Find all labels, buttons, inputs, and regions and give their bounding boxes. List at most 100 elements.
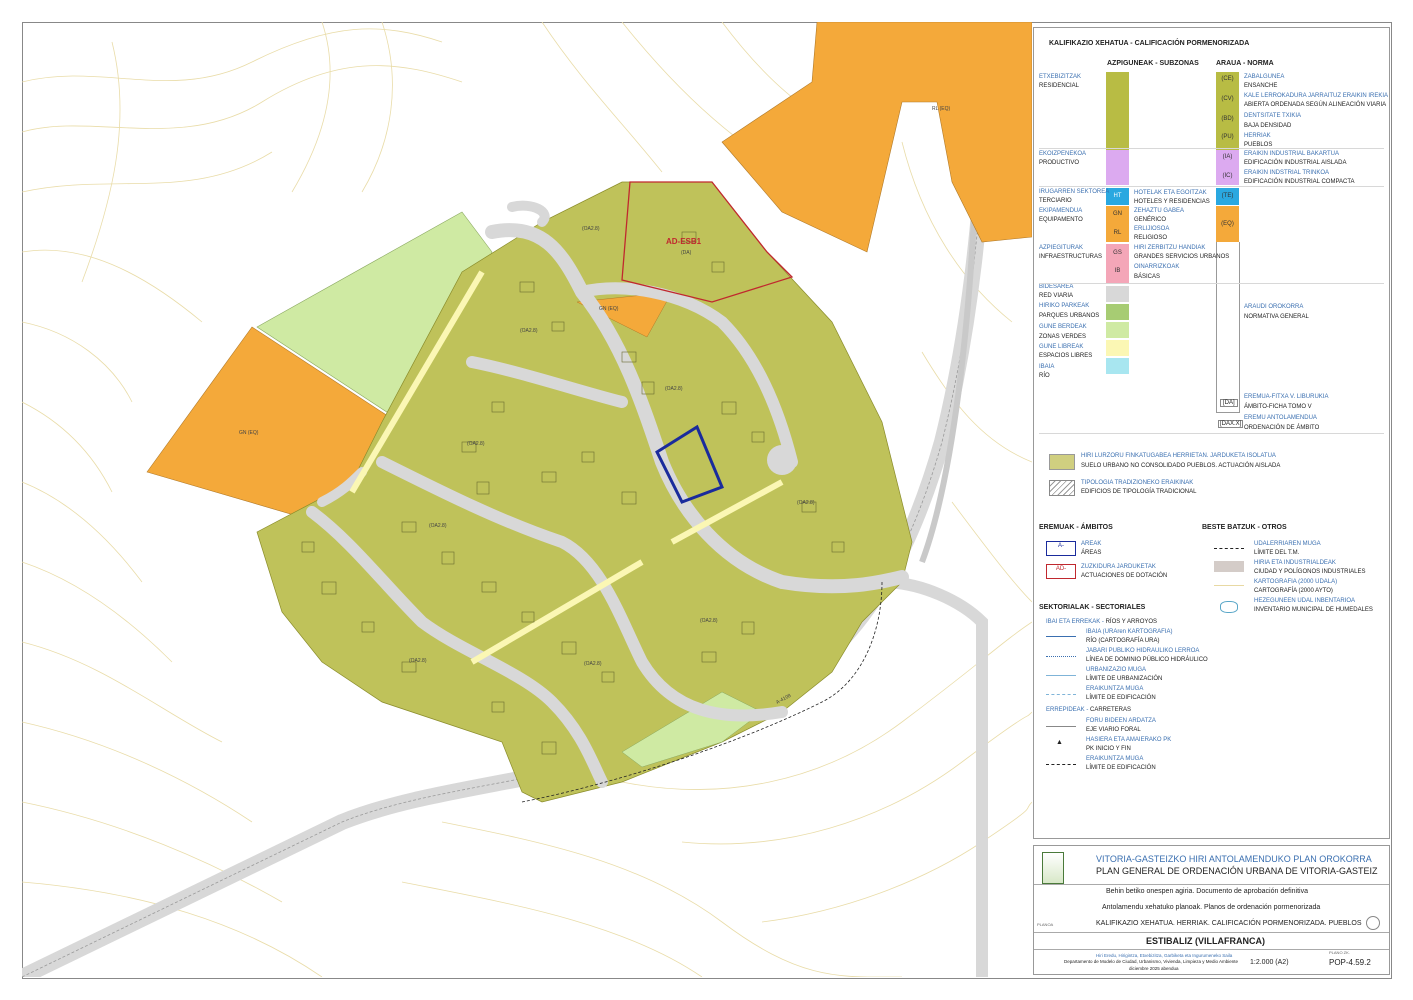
religious-es: RELIGIOSO <box>1134 235 1168 241</box>
urb-line-swatch <box>1046 675 1076 676</box>
build-line-swatch <box>1046 694 1076 695</box>
norm-header: ARAUA - NORMA <box>1216 60 1274 67</box>
legend-panel: KALIFIKAZIO XEHATUA - CALIFICACIÓN PORME… <box>1033 27 1390 839</box>
unconsolidated-es: SUELO URBANO NO CONSOLIDADO PUEBLOS. ACT… <box>1081 463 1281 469</box>
river-swatch <box>1106 358 1129 374</box>
traditional-swatch <box>1049 480 1075 496</box>
religious-eu: ERLIJIOSOA <box>1134 226 1170 232</box>
divider <box>1039 148 1384 149</box>
traditional-es: EDIFICIOS DE TIPOLOGÍA TRADICIONAL <box>1081 489 1197 495</box>
river-eu: IBAIA <box>1039 364 1055 370</box>
ia-eu: ERAIKIN INDUSTRIAL BAKARTUA <box>1244 151 1340 157</box>
zone-label: (OA2.8) <box>700 618 718 624</box>
sectoral-header: SEKTORIALAK - SECTORIALES <box>1039 604 1146 611</box>
equipment-top-right <box>721 22 1032 253</box>
zone-label: (OA2.8) <box>797 500 815 506</box>
tb-divider <box>1034 932 1389 933</box>
ura-eu: IBAIA (URAren KARTOGRAFIA) <box>1086 629 1173 635</box>
zone-label: (OA2.8) <box>665 386 683 392</box>
residential-swatch <box>1106 72 1129 150</box>
tb-divider <box>1034 949 1389 950</box>
basic-es: BÁSICAS <box>1134 274 1161 280</box>
green-swatch <box>1106 322 1129 338</box>
divider <box>1039 433 1384 434</box>
foral-es: EJE VIARIO FORAL <box>1086 727 1141 733</box>
ia-es: EDIFICACIÓN INDUSTRIAL AISLADA <box>1244 160 1347 166</box>
zone-label: (OA2.8) <box>584 661 602 667</box>
productive-swatch <box>1106 150 1129 185</box>
cul-de-sac <box>767 445 797 475</box>
scale-text: 1:2.000 (A2) <box>1250 959 1289 966</box>
road-eu: BIDESAREA <box>1039 284 1074 290</box>
general-norm-es: NORMATIVA GENERAL <box>1244 314 1309 320</box>
build2-line-swatch <box>1046 764 1076 765</box>
ad-label: AD-ESB1 <box>666 237 702 246</box>
ce-eu: ZABALGUNEA <box>1244 74 1285 80</box>
hydro-es: LÍNEA DE DOMINIO PÚBLICO HIDRÁULICO <box>1086 657 1208 663</box>
river-es: RÍO <box>1039 373 1050 379</box>
bd-eu: DENTSITATE TXIKIA <box>1244 113 1302 119</box>
code-ht: HT <box>1113 193 1122 199</box>
gn-eq-west-label: GN (EQ) <box>239 430 259 436</box>
ic-es: EDIFICACIÓN INDUSTRIAL COMPACTA <box>1244 179 1355 185</box>
hotels-eu: HOTELAK ETA EGOITZAK <box>1134 190 1207 196</box>
norm-column-line <box>1216 242 1240 413</box>
free-eu: GUNE LIBREAK <box>1039 344 1084 350</box>
road-swatch <box>1106 286 1129 302</box>
area-code: A- <box>1058 543 1064 549</box>
plans-text: Antolamendu xehatuko planoak. Planos de … <box>1102 904 1321 911</box>
ce-es: ENSANCHE <box>1244 83 1278 89</box>
wetlands-eu: HEZEGUNEEN UDAL INBENTARIOA <box>1254 598 1356 604</box>
muni-es: LÍMITE DEL T.M. <box>1254 550 1300 556</box>
code-ia: (IA) <box>1222 154 1233 160</box>
code-te: (TE) <box>1221 193 1234 199</box>
code-pu: (PU) <box>1221 134 1234 140</box>
carto-eu: KARTOGRAFIA (2000 UDALA) <box>1254 579 1338 585</box>
traditional-eu: TIPOLOGIA TRADIZIONEKO ERAIKINAK <box>1081 480 1194 486</box>
services-es: GRANDES SERVICIOS URBANOS <box>1134 254 1230 260</box>
subzones-header: AZPIGUNEAK - SUBZONAS <box>1107 60 1199 67</box>
wetlands-swatch <box>1220 601 1238 613</box>
industrial-swatch <box>1214 561 1244 572</box>
dax-eu: EREMU ANTOLAMENDUA <box>1244 415 1317 421</box>
approval-text: Behin betiko onespen agiria. Documento d… <box>1106 888 1308 895</box>
pk-eu: HASIERA ETA AMAIERAKO PK <box>1086 737 1172 743</box>
hydro-line-swatch <box>1046 656 1076 657</box>
dax-es: ORDENACIÓN DE ÁMBITO <box>1244 425 1320 431</box>
rivers-header: IBAI ETA ERREKAK - RÍOS Y ARROYOS <box>1046 619 1158 625</box>
roads-header: ERREPIDEAK - CARRETERAS <box>1046 707 1132 713</box>
code-bd: (BD) <box>1221 116 1234 122</box>
zone-label: (OA2.8) <box>429 523 447 529</box>
free-es: ESPACIOS LIBRES <box>1039 353 1093 359</box>
code-gs: GS <box>1113 250 1122 256</box>
cv-eu: KALE LERROKADURA JARRAITUZ ERAIKIN IREKI… <box>1244 93 1389 99</box>
infra-es: INFRAESTRUCTURAS <box>1039 254 1103 260</box>
ic-eu: ERAIKIN INDSTRIAL TRINKOA <box>1244 170 1330 176</box>
endowment-es: ACTUACIONES DE DOTACIÓN <box>1081 573 1168 579</box>
code-ce: (CE) <box>1221 76 1234 82</box>
tertiary-eu: IRUGARREN SEKTOREA <box>1039 189 1110 195</box>
zone-label: (OA2.8) <box>582 226 600 232</box>
ura-es: RÍO (CARTOGRAFÍA URA) <box>1086 638 1160 644</box>
green-eu: GUNE BERDEAK <box>1039 324 1087 330</box>
pu-eu: HERRIAK <box>1244 133 1271 139</box>
code-eq: (EQ) <box>1221 221 1234 227</box>
code-gn: GN <box>1113 211 1122 217</box>
code-ic: (IC) <box>1222 173 1233 179</box>
services-eu: HIRI ZERBITZU HANDIAK <box>1134 245 1206 251</box>
green-es: ZONAS VERDES <box>1039 334 1087 340</box>
unconsolidated-swatch <box>1049 454 1075 470</box>
da-es: ÁMBITO-FICHA TOMO V <box>1244 404 1312 410</box>
urb-eu: URBANIZAZIO MUGA <box>1086 667 1147 673</box>
title-es: PLAN GENERAL DE ORDENACIÓN URBANA DE VIT… <box>1096 866 1378 876</box>
rl-eq-label: RL (EQ) <box>932 106 950 112</box>
endowment-eu: ZUZKIDURA JARDUKETAK <box>1081 564 1156 570</box>
productive-es: PRODUCTIVO <box>1039 160 1080 166</box>
muni-line-swatch <box>1214 548 1244 549</box>
zone-label: (OA2.8) <box>520 328 538 334</box>
coat-of-arms-icon <box>1042 852 1064 884</box>
divider <box>1039 283 1384 284</box>
zoning-map[interactable]: AD-ESB1 (DA) (OA2.8) (OA2.8) (OA2.8) (OA… <box>22 22 1032 977</box>
industrial-eu: HIRIA ETA INDUSTRIALDEAK <box>1254 560 1336 566</box>
gn-eq-label: GN (EQ) <box>599 306 619 312</box>
